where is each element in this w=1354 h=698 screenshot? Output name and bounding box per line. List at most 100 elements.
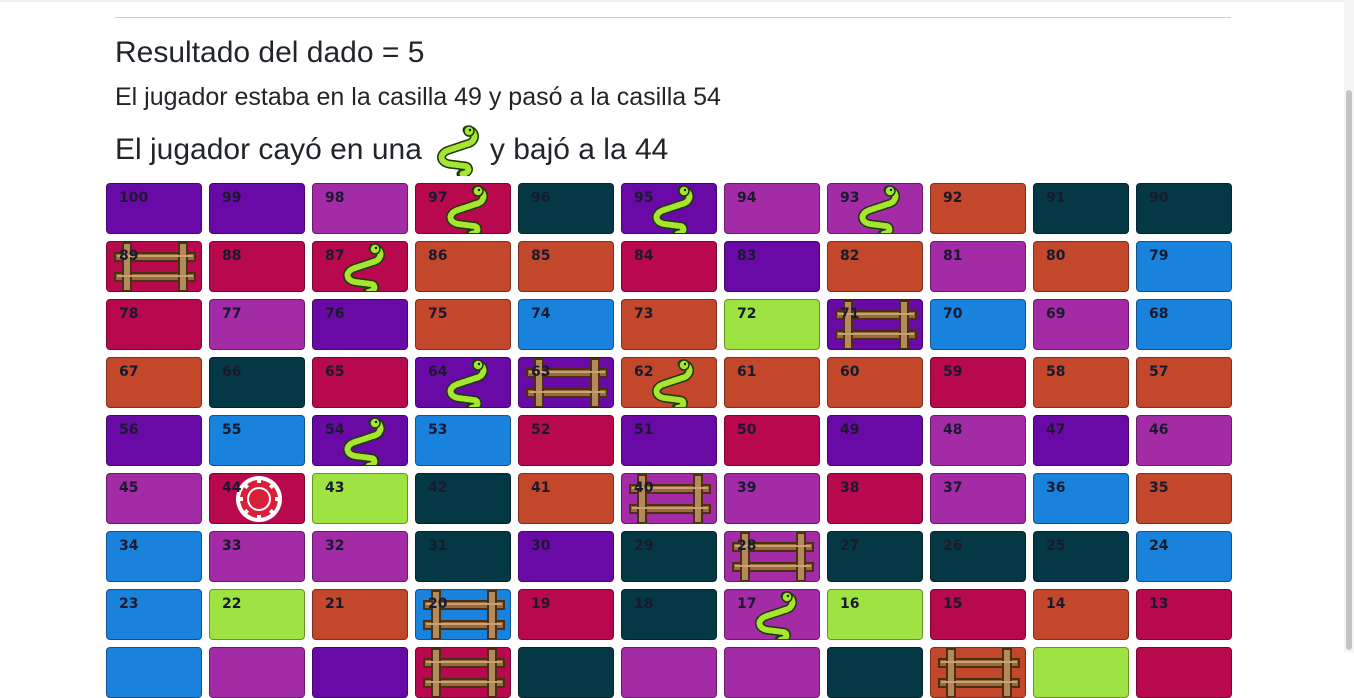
fall-prefix: El jugador cayó en una [115,133,422,166]
board-cell: 29 [621,531,717,582]
board-cell: 86 [415,241,511,292]
board-cell: 17 [724,589,820,640]
cell-number: 21 [325,596,345,612]
board-cell: 53 [415,415,511,466]
cell-number: 40 [634,480,654,496]
board-cell: 34 [106,531,202,582]
board-cell: 51 [621,415,717,466]
cell-number: 51 [634,422,654,438]
board-cell [1033,647,1129,698]
snake-icon [343,243,385,291]
board-cell: 47 [1033,415,1129,466]
cell-number: 18 [634,596,654,612]
cell-number: 57 [1149,364,1169,380]
board-cell: 68 [1136,299,1232,350]
cell-number: 16 [840,596,860,612]
cell-number: 38 [840,480,860,496]
cell-number: 36 [1046,480,1066,496]
cell-number: 77 [222,306,242,322]
cell-number: 85 [531,248,551,264]
cell-number: 92 [943,190,963,206]
cell-number: 22 [222,596,242,612]
cell-number: 63 [531,364,551,380]
vertical-scrollbar[interactable] [1344,0,1354,653]
cell-number: 31 [428,538,448,554]
cell-number: 50 [737,422,757,438]
ladder-icon [423,648,505,697]
board-cell: 60 [827,357,923,408]
cell-number: 74 [531,306,551,322]
board-cell [1136,647,1232,698]
cell-number: 29 [634,538,654,554]
cell-number: 58 [1046,364,1066,380]
cell-number: 83 [737,248,757,264]
cell-number: 66 [222,364,242,380]
board-cell: 38 [827,473,923,524]
board-cell [518,647,614,698]
cell-number: 94 [737,190,757,206]
board-cell: 73 [621,299,717,350]
ladder-icon [938,648,1020,697]
board-cell: 25 [1033,531,1129,582]
board-cell [621,647,717,698]
cell-number: 59 [943,364,963,380]
board-cell: 55 [209,415,305,466]
cell-number: 32 [325,538,345,554]
game-board: 100 99 98 97 96 95 94 93 92 91 90 89 88 87 86 85 84… [106,183,1232,698]
board-cell: 49 [827,415,923,466]
snake-icon [446,185,488,233]
cell-number: 65 [325,364,345,380]
board-cell: 90 [1136,183,1232,234]
cell-number: 62 [634,364,654,380]
board-cell: 52 [518,415,614,466]
cell-number: 44 [222,480,242,496]
board-cell: 65 [312,357,408,408]
cell-number: 15 [943,596,963,612]
board-cell: 79 [1136,241,1232,292]
board-cell: 57 [1136,357,1232,408]
board-cell [209,647,305,698]
board-cell: 63 [518,357,614,408]
board-cell: 89 [106,241,202,292]
cell-number: 90 [1149,190,1169,206]
board-cell: 81 [930,241,1026,292]
board-cell: 48 [930,415,1026,466]
cell-number: 97 [428,190,448,206]
cell-number: 79 [1149,248,1169,264]
cell-number: 86 [428,248,448,264]
cell-number: 89 [119,248,139,264]
cell-number: 70 [943,306,963,322]
board-cell: 24 [1136,531,1232,582]
board-cell: 66 [209,357,305,408]
board-cell: 94 [724,183,820,234]
board-cell: 33 [209,531,305,582]
board-cell: 67 [106,357,202,408]
board-cell: 39 [724,473,820,524]
snake-icon [343,417,385,465]
cell-number: 19 [531,596,551,612]
board-cell: 88 [209,241,305,292]
cell-number: 42 [428,480,448,496]
board-cell: 35 [1136,473,1232,524]
cell-number: 81 [943,248,963,264]
cell-number: 98 [325,190,345,206]
cell-number: 72 [737,306,757,322]
board-cell: 14 [1033,589,1129,640]
board-cell: 78 [106,299,202,350]
cell-number: 68 [1149,306,1169,322]
board-cell [827,647,923,698]
board-cell: 50 [724,415,820,466]
cell-number: 39 [737,480,757,496]
board-cell: 58 [1033,357,1129,408]
board-cell: 93 [827,183,923,234]
cell-number: 27 [840,538,860,554]
cell-number: 46 [1149,422,1169,438]
board-cell: 70 [930,299,1026,350]
dice-result-heading: Resultado del dado = 5 [115,36,425,69]
board-cell: 37 [930,473,1026,524]
board-cell: 26 [930,531,1026,582]
scrollbar-thumb[interactable] [1346,90,1352,650]
cell-number: 24 [1149,538,1169,554]
cell-number: 26 [943,538,963,554]
cell-number: 82 [840,248,860,264]
